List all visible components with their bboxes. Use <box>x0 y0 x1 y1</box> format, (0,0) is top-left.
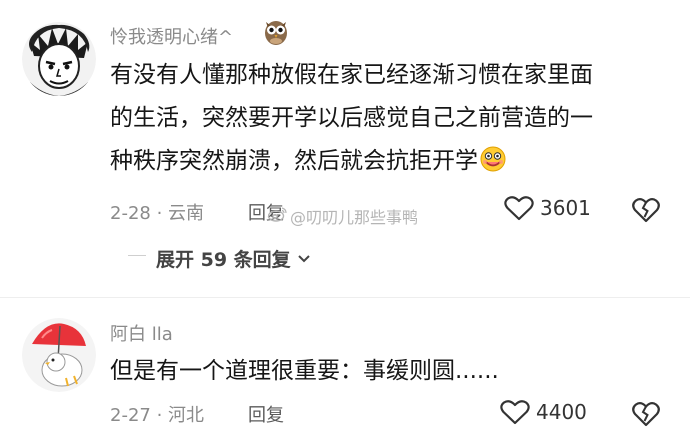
comment-text: 但是有一个道理很重要：事缓则圆...... <box>110 358 499 384</box>
broken-heart-icon[interactable] <box>632 197 660 223</box>
comment-text: 有没有人懂那种放假在家已经逐渐习惯在家里面 的生活，突然要开学以后感觉自己之前营… <box>110 54 680 183</box>
chevron-down-icon <box>297 254 310 262</box>
weibo-logo-icon <box>268 207 287 222</box>
comment-line: 有没有人懂那种放假在家已经逐渐习惯在家里面 <box>110 62 593 88</box>
broken-heart-icon[interactable] <box>632 401 660 427</box>
avatar[interactable] <box>22 318 96 392</box>
comment-date-location: 2-28 · 云南 <box>110 203 205 224</box>
owl-icon <box>265 21 287 45</box>
username[interactable]: 阿白 lla <box>110 320 173 346</box>
like-count: 4400 <box>536 400 587 424</box>
comment-date-location: 2-27 · 河北 <box>110 405 205 426</box>
reply-button[interactable]: 回复 <box>248 401 284 427</box>
smile-emoji-icon <box>480 146 506 172</box>
expand-replies-label: 展开 59 条回复 <box>156 249 291 271</box>
like-button[interactable]: 4400 <box>500 399 587 425</box>
like-count: 3601 <box>540 196 591 220</box>
comment-divider <box>0 297 690 298</box>
comment-line: 的生活，突然要开学以后感觉自己之前营造的一 <box>110 105 593 131</box>
heart-icon <box>504 196 534 221</box>
umbrella-duck-avatar-icon <box>22 318 96 392</box>
comment-line-text: 种秩序突然崩溃，然后就会抗拒开学 <box>110 148 478 174</box>
comment-line: 种秩序突然崩溃，然后就会抗拒开学 <box>110 140 680 183</box>
username[interactable]: 怜我透明心绪^ <box>110 23 233 49</box>
expand-divider <box>128 255 146 256</box>
like-button[interactable]: 3601 <box>504 195 591 221</box>
cartoon-face-avatar-icon <box>22 22 96 96</box>
avatar[interactable] <box>22 22 96 96</box>
expand-replies-button[interactable]: 展开 59 条回复 <box>156 245 311 272</box>
heart-icon <box>500 400 530 425</box>
watermark: @叨叨儿那些事鸭 <box>290 208 419 227</box>
